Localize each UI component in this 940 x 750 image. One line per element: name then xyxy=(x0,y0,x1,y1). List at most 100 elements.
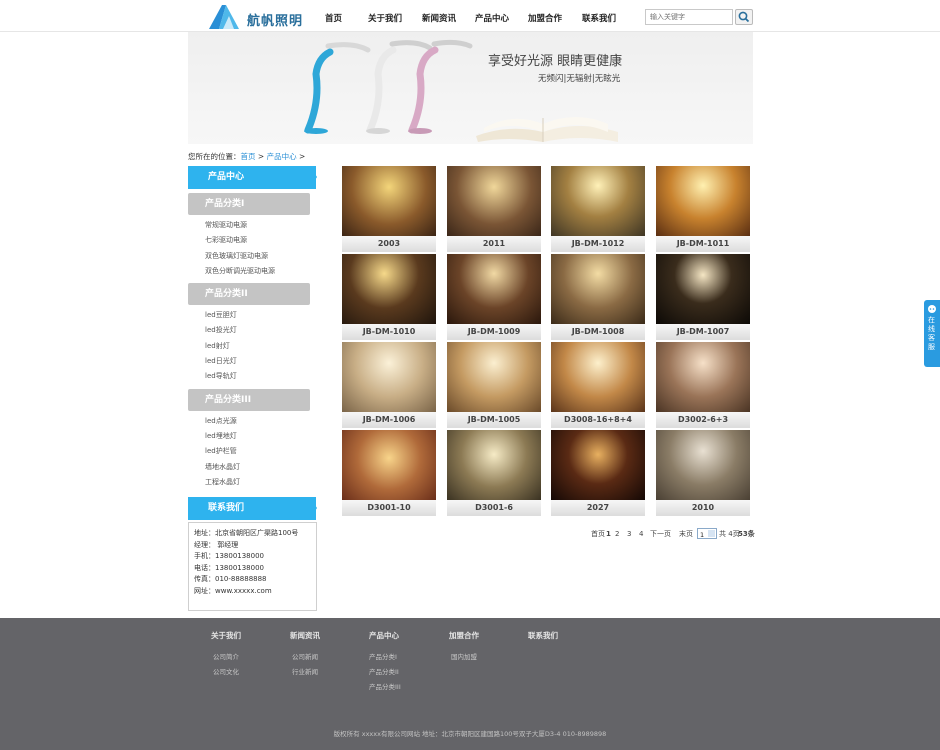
contact-line: 经理： 郭经理 xyxy=(194,540,239,549)
nav-products[interactable]: 产品中心 xyxy=(475,12,509,24)
category-item[interactable]: led护栏管 xyxy=(188,444,318,459)
breadcrumb-current[interactable]: 产品中心 xyxy=(267,152,297,161)
category-item[interactable]: 双色分断调光驱动电源 xyxy=(188,264,318,279)
product-name: 2003 xyxy=(342,236,436,252)
search-input[interactable] xyxy=(645,9,733,25)
online-service-label: 在线客服 xyxy=(928,316,935,351)
footer-link[interactable]: 产品分类I xyxy=(369,650,401,665)
product-card[interactable]: JB-DM-1012 xyxy=(551,166,645,252)
product-name: D3002-6+3 xyxy=(656,412,750,428)
product-image xyxy=(342,166,436,236)
product-name: D3001-6 xyxy=(447,500,541,516)
product-image xyxy=(342,254,436,324)
product-image xyxy=(447,166,541,236)
product-card[interactable]: 2011 xyxy=(447,166,541,252)
product-card[interactable]: D3008-16+8+4 xyxy=(551,342,645,428)
category-list: led豆胆灯 led投光灯 led射灯 led日光灯 led导轨灯 xyxy=(188,305,318,388)
category-item[interactable]: 墙地水晶灯 xyxy=(188,460,318,475)
product-image xyxy=(447,430,541,500)
category-item[interactable]: led日光灯 xyxy=(188,354,318,369)
category-item[interactable]: 双色玻璃灯驱动电源 xyxy=(188,249,318,264)
product-image xyxy=(551,166,645,236)
product-card[interactable]: 2027 xyxy=(551,430,645,516)
category-item[interactable]: led埋地灯 xyxy=(188,429,318,444)
banner-headline: 享受好光源 眼睛更健康 xyxy=(488,54,623,69)
footer-link[interactable]: 公司新闻 xyxy=(290,650,320,665)
product-image xyxy=(342,342,436,412)
footer-heading[interactable]: 加盟合作 xyxy=(449,630,479,641)
nav-join[interactable]: 加盟合作 xyxy=(528,12,562,24)
page-total: 共 4页 xyxy=(719,530,740,538)
page-link[interactable]: 3 xyxy=(627,528,631,540)
contact-info-box: 地址：北京省朝阳区广渠路100号 经理： 郭经理 手机：13800138000 … xyxy=(188,522,317,612)
footer-link[interactable]: 国内加盟 xyxy=(449,650,479,665)
product-card[interactable]: JB-DM-1008 xyxy=(551,254,645,340)
product-card[interactable]: D3001-6 xyxy=(447,430,541,516)
contact-line: 手机：13800138000 xyxy=(194,552,264,561)
product-name: D3008-16+8+4 xyxy=(551,412,645,428)
category-item[interactable]: led点光源 xyxy=(188,414,318,429)
product-name: 2011 xyxy=(447,236,541,252)
nav-about[interactable]: 关于我们 xyxy=(368,12,402,24)
footer-link[interactable]: 产品分类II xyxy=(369,665,401,680)
footer-link[interactable]: 公司简介 xyxy=(211,650,241,665)
product-card[interactable]: 2003 xyxy=(342,166,436,252)
page-first[interactable]: 首页 xyxy=(591,528,605,540)
category-heading[interactable]: 产品分类II xyxy=(188,283,310,306)
product-card[interactable]: JB-DM-1006 xyxy=(342,342,436,428)
category-heading[interactable]: 产品分类I xyxy=(188,193,310,215)
product-card[interactable]: 2010 xyxy=(656,430,750,516)
category-item[interactable]: 工程水晶灯 xyxy=(188,475,318,490)
category-item[interactable]: led射灯 xyxy=(188,339,318,354)
product-card[interactable]: JB-DM-1010 xyxy=(342,254,436,340)
product-name: 2027 xyxy=(551,500,645,516)
nav-home[interactable]: 首页 xyxy=(325,12,342,24)
footer-link[interactable]: 行业新闻 xyxy=(290,665,320,680)
category-item[interactable]: led豆胆灯 xyxy=(188,308,318,323)
category-heading[interactable]: 产品分类III xyxy=(188,388,310,411)
copyright: 版权所有 xxxxx有限公司网站 地址：北京市朝阳区建国路100号双子大厦D3-… xyxy=(333,730,607,738)
logo[interactable]: 航帆照明 xyxy=(207,4,307,30)
search-button[interactable] xyxy=(735,9,753,25)
product-name: 2010 xyxy=(656,500,750,516)
category-item[interactable]: 常规驱动电源 xyxy=(188,218,318,233)
product-grid: 2003 2011 JB-DM-1012 JB-DM-1011 JB-DM-10… xyxy=(342,166,752,518)
footer-link[interactable]: 产品分类III xyxy=(369,680,401,695)
category-item[interactable]: 七彩驱动电源 xyxy=(188,233,318,248)
online-service-tab[interactable]: 在线客服 xyxy=(924,300,940,367)
footer-column: 加盟合作 国内加盟 xyxy=(449,630,479,665)
footer-column: 产品中心 产品分类I 产品分类II 产品分类III xyxy=(369,630,401,695)
nav-contact[interactable]: 联系我们 xyxy=(582,12,616,24)
product-name: JB-DM-1012 xyxy=(551,236,645,252)
chevron-down-icon xyxy=(708,530,715,537)
product-card[interactable]: JB-DM-1009 xyxy=(447,254,541,340)
desk-lamps-image xyxy=(304,39,618,142)
category-item[interactable]: led导轨灯 xyxy=(188,369,318,384)
footer-heading[interactable]: 新闻资讯 xyxy=(290,630,320,641)
page-link[interactable]: 4 xyxy=(639,528,643,540)
footer-heading[interactable]: 联系我们 xyxy=(528,630,558,641)
sail-logo-icon xyxy=(209,5,239,29)
product-card[interactable]: D3001-10 xyxy=(342,430,436,516)
nav-news[interactable]: 新闻资讯 xyxy=(422,12,456,24)
contact-title: 联系我们 xyxy=(188,497,317,521)
product-card[interactable]: JB-DM-1005 xyxy=(447,342,541,428)
product-card[interactable]: JB-DM-1007 xyxy=(656,254,750,340)
contact-line: 传真：010-88888888 xyxy=(194,575,267,584)
product-image xyxy=(551,342,645,412)
breadcrumb-home[interactable]: 首页 xyxy=(241,152,256,161)
footer-heading[interactable]: 产品中心 xyxy=(369,630,401,641)
page-link[interactable]: 2 xyxy=(615,528,619,540)
product-card[interactable]: D3002-6+3 xyxy=(656,342,750,428)
footer-link[interactable]: 公司文化 xyxy=(211,665,241,680)
page-next[interactable]: 下一页 xyxy=(650,528,671,540)
site-footer: 关于我们 公司简介 公司文化 新闻资讯 公司新闻 行业新闻 产品中心 产品分类I… xyxy=(0,618,940,750)
footer-column: 联系我们 xyxy=(528,630,558,650)
contact-line: 网址：www.xxxxx.com xyxy=(194,586,272,595)
site-header: 航帆照明 首页 关于我们 新闻资讯 产品中心 加盟合作 联系我们 xyxy=(0,0,940,32)
page-last[interactable]: 末页 xyxy=(679,528,693,540)
page-select[interactable]: 1 xyxy=(697,528,717,539)
footer-heading[interactable]: 关于我们 xyxy=(211,630,241,641)
product-card[interactable]: JB-DM-1011 xyxy=(656,166,750,252)
category-item[interactable]: led投光灯 xyxy=(188,323,318,338)
